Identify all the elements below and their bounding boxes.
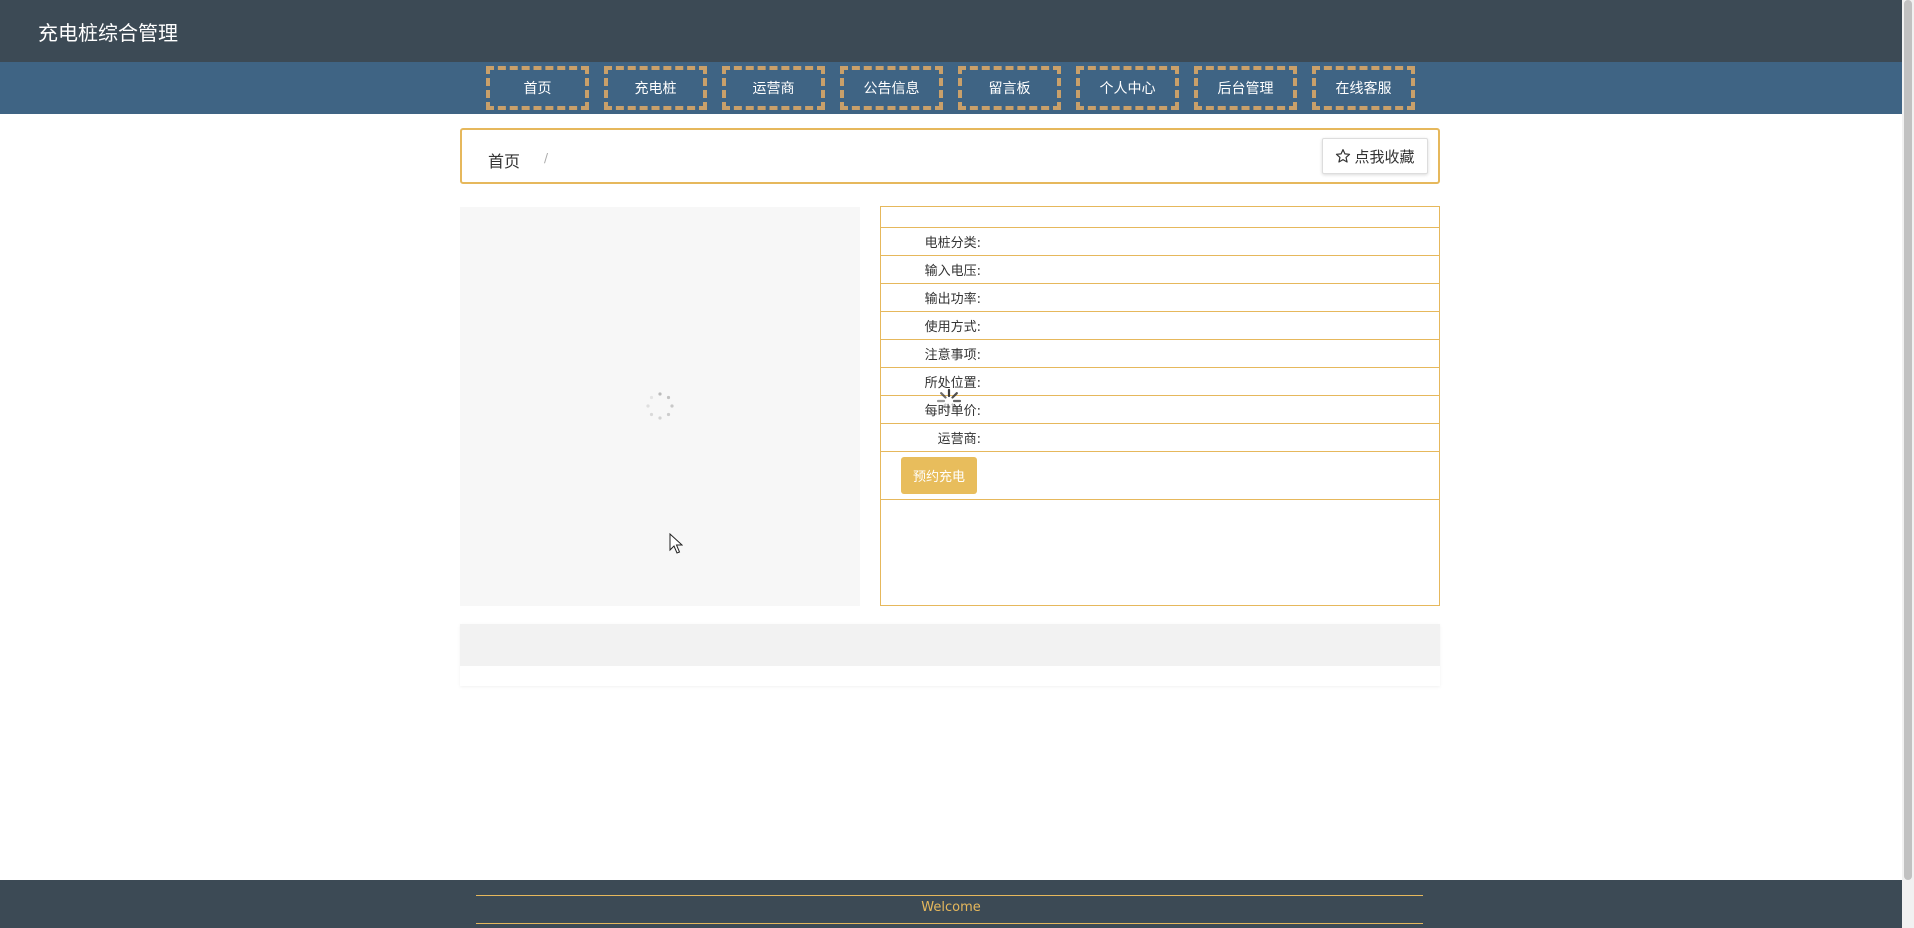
reserve-charging-button[interactable]: 预约充电 — [901, 457, 977, 494]
action-row: 预约充电 — [881, 452, 1439, 500]
detail-label: 所处位置: — [924, 376, 981, 391]
detail-row-operator: 运营商: — [881, 424, 1439, 452]
nav-item-charging-piles[interactable]: 充电桩 — [604, 66, 707, 110]
detail-label: 使用方式: — [924, 320, 981, 335]
loading-spinner-icon — [646, 392, 674, 420]
footer-top-divider — [476, 895, 1423, 896]
footer-welcome-text: Welcome — [921, 900, 981, 915]
details-panel: 电桩分类: 输入电压: 输出功率: 使用方式: 注意事项: 所处位置: 每时单价… — [880, 206, 1440, 606]
detail-label: 每时单价: — [924, 404, 981, 419]
detail-content-panel — [460, 624, 1440, 686]
detail-label: 注意事项: — [924, 348, 981, 363]
nav-item-personal-center[interactable]: 个人中心 — [1076, 66, 1179, 110]
footer-bottom-divider — [476, 923, 1423, 924]
site-brand[interactable]: 充电桩综合管理 — [38, 17, 178, 46]
nav-item-label: 个人中心 — [1099, 81, 1156, 97]
nav-item-label: 充电桩 — [634, 81, 677, 97]
detail-label: 电桩分类: — [924, 236, 981, 251]
breadcrumb-separator: / — [544, 151, 549, 165]
nav-item-label: 公告信息 — [863, 81, 920, 97]
detail-row-input-voltage: 输入电压: — [881, 256, 1439, 284]
top-header: 充电桩综合管理 — [0, 0, 1902, 62]
nav-item-home[interactable]: 首页 — [486, 66, 589, 110]
loading-overlay-icon — [936, 388, 962, 414]
breadcrumb-home[interactable]: 首页 — [488, 148, 520, 172]
favorite-button[interactable]: 点我收藏 — [1322, 138, 1428, 174]
main-nav: 首页 充电桩 运营商 公告信息 留言板 个人中心 后台管理 在线客服 — [0, 62, 1902, 114]
detail-row-location: 所处位置: — [881, 368, 1439, 396]
nav-item-message-board[interactable]: 留言板 — [958, 66, 1061, 110]
nav-item-label: 运营商 — [752, 81, 795, 97]
site-footer: Welcome — [0, 880, 1902, 928]
nav-item-label: 后台管理 — [1217, 81, 1274, 97]
detail-label: 输入电压: — [924, 264, 981, 279]
favorite-label: 点我收藏 — [1354, 147, 1415, 166]
details-title — [881, 207, 1439, 228]
detail-row-hourly-price: 每时单价: — [881, 396, 1439, 424]
nav-item-label: 在线客服 — [1335, 81, 1392, 97]
detail-row-category: 电桩分类: — [881, 228, 1439, 256]
product-image-panel — [460, 207, 860, 606]
nav-item-announcements[interactable]: 公告信息 — [840, 66, 943, 110]
star-outline-icon — [1336, 149, 1351, 163]
nav-item-admin[interactable]: 后台管理 — [1194, 66, 1297, 110]
detail-label: 输出功率: — [924, 292, 981, 307]
detail-row-usage: 使用方式: — [881, 312, 1439, 340]
detail-row-notes: 注意事项: — [881, 340, 1439, 368]
detail-content-header — [460, 624, 1440, 666]
detail-label: 运营商: — [937, 432, 981, 447]
scrollbar-thumb[interactable] — [1904, 0, 1912, 880]
mouse-cursor-icon — [669, 533, 683, 554]
page-scrollbar[interactable] — [1902, 0, 1914, 928]
nav-item-operators[interactable]: 运营商 — [722, 66, 825, 110]
nav-item-label: 首页 — [523, 81, 552, 97]
nav-item-label: 留言板 — [988, 81, 1031, 97]
detail-row-output-power: 输出功率: — [881, 284, 1439, 312]
breadcrumb: 首页 / 点我收藏 — [460, 128, 1440, 184]
nav-item-online-service[interactable]: 在线客服 — [1312, 66, 1415, 110]
nav-items: 首页 充电桩 运营商 公告信息 留言板 个人中心 后台管理 在线客服 — [486, 66, 1415, 110]
